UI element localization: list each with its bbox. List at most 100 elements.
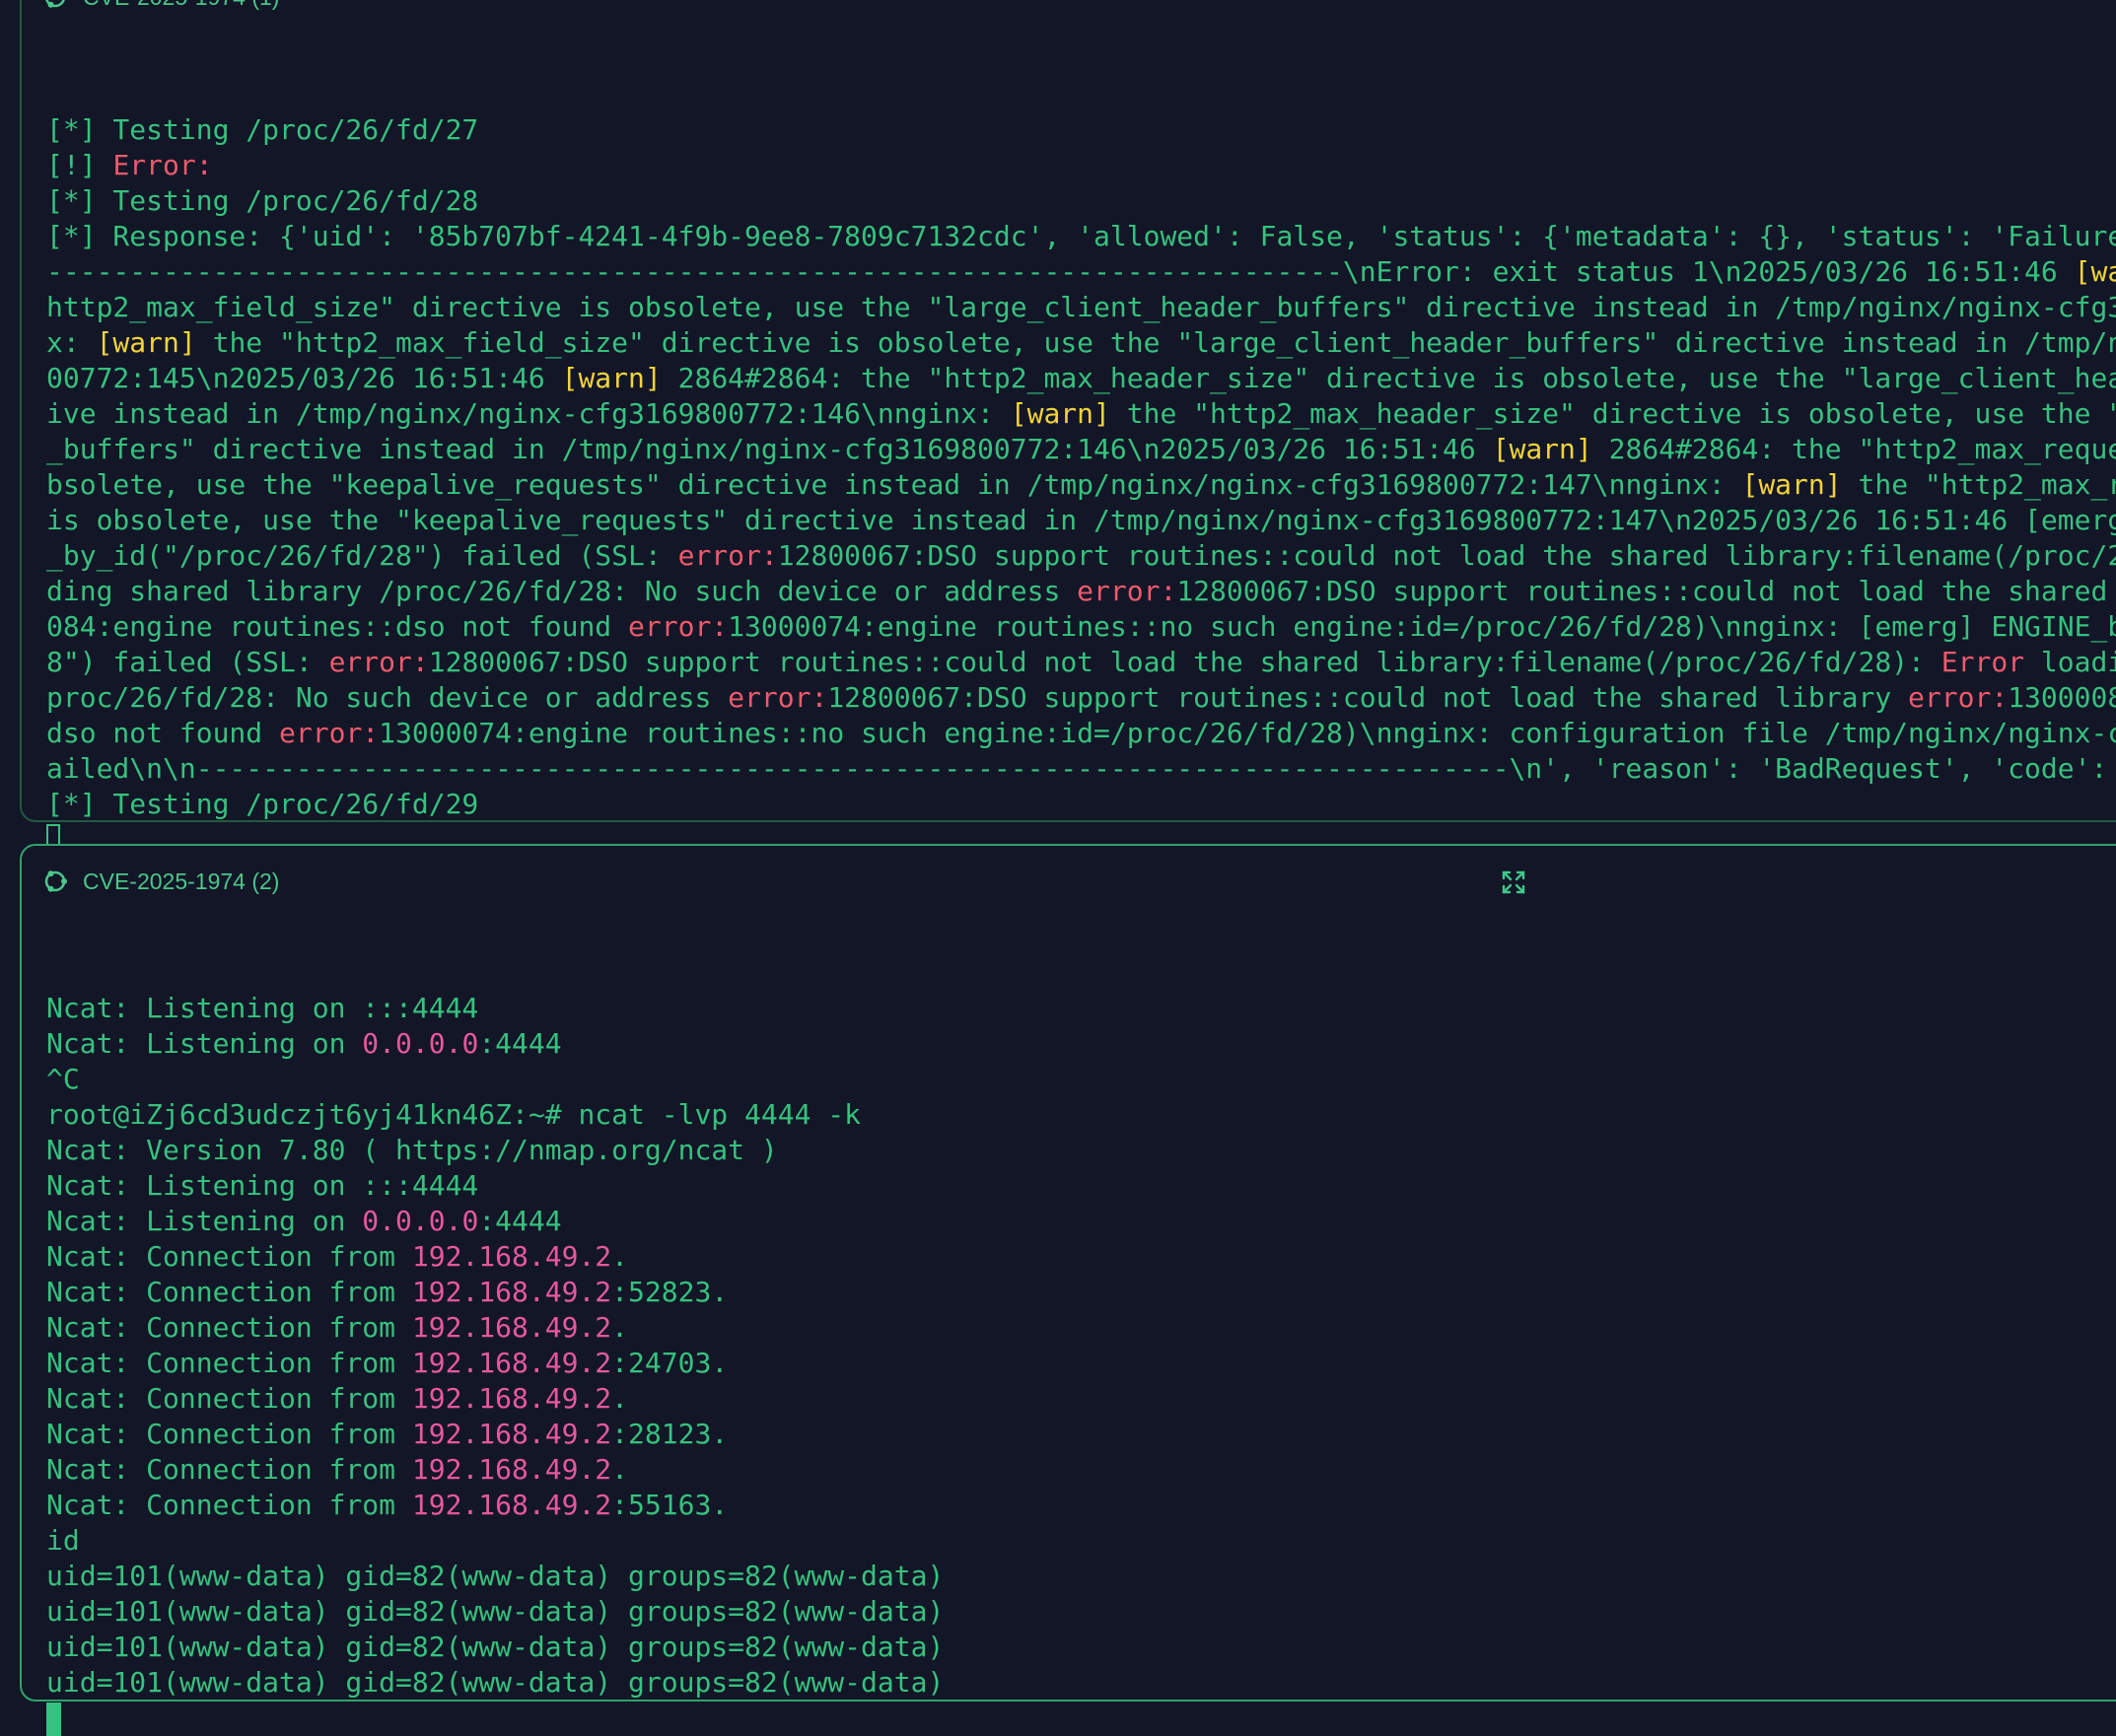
text-segment: 084:engine routines::dso not found <box>46 610 629 643</box>
text-segment: Ncat: Connection from <box>46 1347 412 1379</box>
terminal-line: ^C <box>46 1062 2116 1097</box>
terminal-line: Ncat: Connection from 192.168.49.2. <box>46 1310 2116 1346</box>
terminal-line: _by_id("/proc/26/fd/28") failed (SSL: er… <box>46 538 2116 574</box>
maximize-icon[interactable] <box>1501 869 1526 895</box>
terminal-line: Ncat: Listening on :::4444 <box>46 991 2116 1026</box>
terminal-pane-2[interactable]: CVE-2025-1974 (2) Ncat: Listening on :::… <box>20 844 2116 1736</box>
text-err: error: <box>628 610 729 643</box>
terminal-line: _buffers" directive instead in /tmp/ngin… <box>46 432 2116 467</box>
text-err: error: <box>328 646 429 678</box>
terminal-line: x: [warn] the "http2_max_field_size" dir… <box>46 325 2116 361</box>
terminal-line: proc/26/fd/28: No such device or address… <box>46 680 2116 716</box>
text-segment: :28123. <box>611 1418 729 1450</box>
text-segment: the "http2_max_field_size" directive is … <box>212 326 2116 359</box>
text-segment: 12800067:DSO support routines::could not… <box>1176 575 2108 607</box>
terminal-line: uid=101(www-data) gid=82(www-data) group… <box>46 1559 2116 1594</box>
terminal-line: is obsolete, use the "keepalive_requests… <box>46 503 2116 538</box>
text-segment: . <box>611 1311 629 1344</box>
terminal-line: Ncat: Connection from 192.168.49.2:52823… <box>46 1275 2116 1310</box>
text-segment: [*] Testing /proc/26/fd/27 <box>46 113 479 146</box>
text-segment: :4444 <box>478 1027 562 1060</box>
text-warn: [warn] <box>1492 433 1592 465</box>
text-segment: x: <box>46 326 97 359</box>
text-segment: _buffers" directive instead in /tmp/ngin… <box>46 433 1493 465</box>
text-warn: [warn] <box>2074 255 2116 288</box>
text-segment: root@iZj6cd3udczjt6yj41kn46Z:~# ncat -lv… <box>46 1098 862 1131</box>
text-pink: 0.0.0.0 <box>362 1205 479 1237</box>
terminal-output[interactable]: Ncat: Listening on :::4444 Ncat: Listenin… <box>46 920 2116 1736</box>
text-err: error: <box>279 717 380 749</box>
pane-header[interactable]: CVE-2025-1974 (1) <box>41 0 279 12</box>
pane-header[interactable]: CVE-2025-1974 (2) <box>41 867 279 896</box>
text-segment: Ncat: Listening on :::4444 <box>46 992 479 1024</box>
terminal-line: Ncat: Connection from 192.168.49.2:28123… <box>46 1417 2116 1452</box>
text-segment: 8") failed (SSL: <box>46 646 329 678</box>
terminal-line: Ncat: Connection from 192.168.49.2. <box>46 1381 2116 1417</box>
text-segment: dso not found <box>46 717 280 749</box>
text-segment: . <box>611 1240 629 1273</box>
text-warn: [warn] <box>96 326 196 359</box>
terminal-line: Ncat: Listening on 0.0.0.0:4444 <box>46 1026 2116 1062</box>
terminal-line: [*] Testing /proc/26/fd/28 <box>46 183 2116 219</box>
terminal-line: 00772:145\n2025/03/26 16:51:46 [warn] 28… <box>46 361 2116 396</box>
text-err: Error <box>1940 646 2025 678</box>
text-segment: 12800067:DSO support routines::could not… <box>827 681 1909 714</box>
text-pink: 192.168.49.2 <box>411 1382 612 1415</box>
terminal-output[interactable]: [*] Testing /proc/26/fd/27 [!] Error: [*] … <box>46 41 2116 858</box>
text-segment: ----------------------------------------… <box>46 255 2075 288</box>
text-segment: [*] Testing /proc/26/fd/28 <box>46 184 479 217</box>
text-warn: [warn] <box>1010 397 1110 430</box>
text-segment: proc/26/fd/28: No such device or address <box>46 681 729 714</box>
terminal-line: Ncat: Connection from 192.168.49.2. <box>46 1452 2116 1488</box>
ubuntu-icon <box>44 870 67 892</box>
text-segment: :52823. <box>611 1276 729 1308</box>
terminal-line: Ncat: Connection from 192.168.49.2. <box>46 1239 2116 1275</box>
terminal-line: ----------------------------------------… <box>46 254 2116 290</box>
text-pink: 192.168.49.2 <box>411 1311 612 1344</box>
text-segment: 13000074:engine routines::no such engine… <box>379 717 2116 749</box>
text-segment: is obsolete, use the "keepalive_requests… <box>46 504 2116 536</box>
text-segment: uid=101(www-data) gid=82(www-data) group… <box>46 1560 945 1592</box>
text-segment: 13000084:engine routines:: <box>2008 681 2116 714</box>
text-pink: 192.168.49.2 <box>411 1347 612 1379</box>
terminal-line: [*] Testing /proc/26/fd/29 <box>46 787 2116 822</box>
text-err: error: <box>677 539 778 572</box>
text-pink: 192.168.49.2 <box>411 1453 612 1486</box>
text-pink: 192.168.49.2 <box>411 1489 612 1521</box>
pane-title: CVE-2025-1974 (1) <box>83 0 279 11</box>
text-segment: uid=101(www-data) gid=82(www-data) group… <box>46 1595 945 1628</box>
ubuntu-icon <box>45 0 65 8</box>
text-segment: [*] Response: {'uid': '85b707bf-4241-4f9… <box>46 220 2116 252</box>
text-segment: . <box>611 1382 629 1415</box>
text-segment: id <box>46 1524 80 1557</box>
text-segment: 13000074:engine routines::no such engine… <box>728 610 2116 643</box>
text-pink: 192.168.49.2 <box>411 1276 612 1308</box>
text-segment: Ncat: Connection from <box>46 1382 412 1415</box>
text-err: Error: <box>112 149 213 181</box>
text-segment: Ncat: Connection from <box>46 1240 412 1273</box>
text-pink: 0.0.0.0 <box>362 1027 479 1060</box>
terminal-line: 8") failed (SSL: error:12800067:DSO supp… <box>46 645 2116 680</box>
text-segment: Ncat: Connection from <box>46 1418 412 1450</box>
text-segment: bsolete, use the "keepalive_requests" di… <box>46 468 1742 501</box>
terminal-line: ive instead in /tmp/nginx/nginx-cfg31698… <box>46 396 2116 432</box>
text-segment: http2_max_field_size" directive is obsol… <box>46 291 2116 323</box>
terminal-line: uid=101(www-data) gid=82(www-data) group… <box>46 1630 2116 1665</box>
terminal-line: Ncat: Listening on 0.0.0.0:4444 <box>46 1204 2116 1239</box>
text-segment: Ncat: Listening on :::4444 <box>46 1169 479 1202</box>
text-err: error: <box>1908 681 2009 714</box>
text-segment: :4444 <box>478 1205 562 1237</box>
terminal-line: Ncat: Connection from 192.168.49.2:55163… <box>46 1488 2116 1523</box>
text-segment: ive instead in /tmp/nginx/nginx-cfg31698… <box>46 397 1011 430</box>
text-segment: loading shared library / <box>2040 646 2116 678</box>
pane-title: CVE-2025-1974 (2) <box>83 868 280 894</box>
text-warn: [warn] <box>561 362 662 394</box>
text-segment: Ncat: Connection from <box>46 1276 412 1308</box>
text-segment: uid=101(www-data) gid=82(www-data) group… <box>46 1631 945 1663</box>
text-pink: 192.168.49.2 <box>411 1418 612 1450</box>
text-segment: _by_id("/proc/26/fd/28") failed (SSL: <box>46 539 678 572</box>
terminal-line: [*] Testing /proc/26/fd/27 <box>46 112 2116 148</box>
text-segment: [!] <box>46 149 113 181</box>
text-warn: [warn] <box>1741 468 1842 501</box>
terminal-pane-1[interactable]: CVE-2025-1974 (1) [*] Testing /proc/26/f… <box>20 0 2116 856</box>
